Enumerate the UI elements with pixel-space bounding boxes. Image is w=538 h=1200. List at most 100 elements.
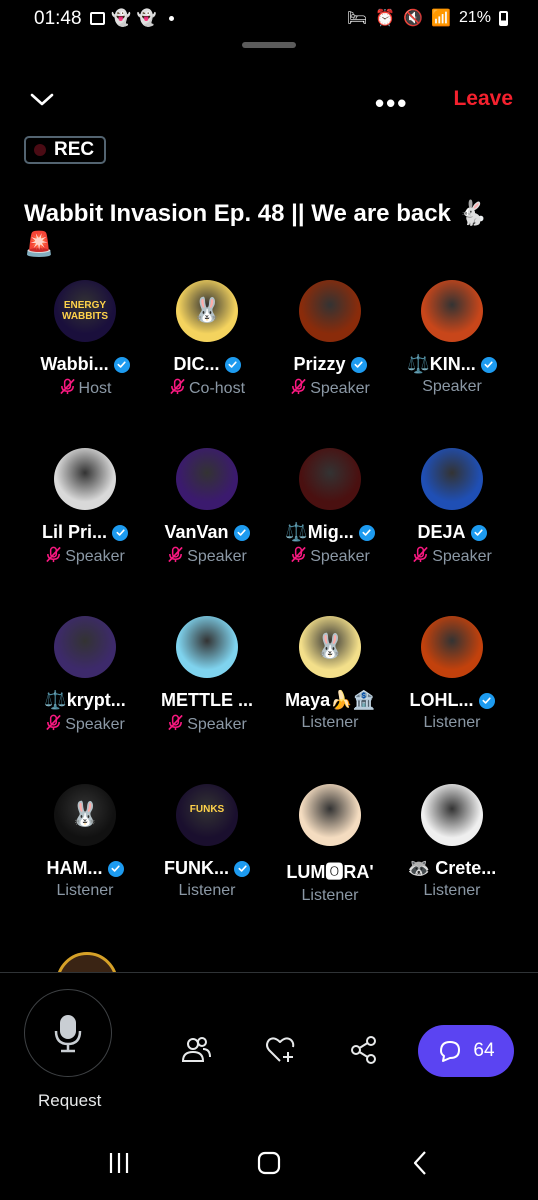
more-notifications-icon	[168, 15, 174, 21]
recording-label: REC	[54, 139, 95, 160]
participant-name: ⚖️Mig...	[285, 522, 354, 542]
participant-name-row: HAM...	[24, 858, 146, 879]
participant-role-row: Listener	[391, 714, 513, 732]
request-label: Request	[38, 1091, 102, 1110]
microphone-icon	[54, 1015, 82, 1053]
participant[interactable]: ENERGY WABBITS Wabbi... Host	[24, 280, 146, 400]
chat-icon	[440, 1041, 461, 1062]
gallery-icon	[90, 11, 105, 25]
more-icon[interactable]: •••	[375, 88, 408, 119]
avatar[interactable]: 🐰	[299, 616, 361, 678]
participant[interactable]: ⚖️KIN... Speaker	[391, 280, 513, 396]
avatar[interactable]	[299, 784, 361, 846]
participant-role-row: Speaker	[146, 714, 268, 736]
participant[interactable]: Prizzy Speaker	[269, 280, 391, 400]
participant-name-row: DEJA	[391, 522, 513, 543]
verified-badge-icon	[478, 692, 495, 709]
participant-role: Speaker	[187, 716, 247, 733]
participant-name: Wabbi...	[40, 354, 109, 374]
participant-name: METTLE ...	[161, 690, 253, 710]
leave-button[interactable]: Leave	[453, 87, 513, 111]
sheet-handle[interactable]	[242, 42, 296, 48]
avatar[interactable]	[299, 280, 361, 342]
participant-name-row: METTLE ...	[146, 690, 268, 711]
sleep-icon: 🛏	[346, 10, 368, 27]
avatar[interactable]: ENERGY WABBITS	[54, 280, 116, 342]
mic-muted-icon	[59, 378, 76, 400]
avatar[interactable]: 🐰	[54, 784, 116, 846]
participant[interactable]: ⚖️Mig... Speaker	[269, 448, 391, 568]
avatar[interactable]	[176, 616, 238, 678]
participant-name: 🦝 Crete...	[407, 858, 497, 878]
heart-plus-icon[interactable]	[265, 1035, 295, 1065]
status-time: 01:48	[34, 8, 82, 29]
participant-role-row: Speaker	[391, 378, 513, 396]
alarm-icon: ⏰	[375, 10, 396, 27]
participant-name: LUM🅾RA'	[286, 862, 374, 882]
participant-role: Listener	[301, 714, 359, 731]
avatar-text: FUNKS	[189, 804, 225, 815]
verified-badge-icon	[224, 356, 241, 373]
participant[interactable]: ⚖️krypt... Speaker	[24, 616, 146, 736]
avatar[interactable]	[54, 448, 116, 510]
participant-role: Speaker	[187, 548, 247, 565]
verified-badge-icon	[350, 356, 367, 373]
chat-button[interactable]: 64	[418, 1025, 514, 1077]
participant-name: ⚖️KIN...	[407, 354, 476, 374]
participant[interactable]: 🐰 DIC... Co-host	[146, 280, 268, 400]
participant[interactable]: 🦝 Crete... Listener	[391, 784, 513, 900]
avatar[interactable]	[54, 616, 116, 678]
participant-role: Listener	[301, 887, 359, 904]
participant-role: Listener	[423, 714, 481, 731]
participant-name-row: VanVan	[146, 522, 268, 543]
battery-icon	[499, 10, 508, 26]
participant[interactable]: LUM🅾RA' Listener	[269, 784, 391, 905]
participant[interactable]: Lil Pri... Speaker	[24, 448, 146, 568]
people-icon[interactable]	[181, 1035, 211, 1065]
avatar[interactable]	[421, 280, 483, 342]
participant-role: Speaker	[432, 548, 492, 565]
mic-muted-icon	[412, 546, 429, 568]
mic-muted-icon	[290, 378, 307, 400]
verified-badge-icon	[233, 524, 250, 541]
chevron-down-icon[interactable]	[28, 85, 56, 113]
avatar[interactable]	[299, 448, 361, 510]
mic-muted-icon	[167, 714, 184, 736]
back-icon[interactable]	[405, 1148, 435, 1178]
request-mic-button[interactable]	[24, 989, 112, 1077]
mic-muted-icon	[290, 546, 307, 568]
participant[interactable]: METTLE ... Speaker	[146, 616, 268, 736]
participant[interactable]: LOHL... Listener	[391, 616, 513, 732]
recent-apps-icon[interactable]	[104, 1148, 134, 1178]
participant-name-row: Lil Pri...	[24, 522, 146, 543]
avatar[interactable]: 🐰	[176, 280, 238, 342]
share-icon[interactable]	[349, 1035, 379, 1065]
battery-text: 21%	[458, 9, 491, 26]
chat-count: 64	[473, 1040, 495, 1061]
avatar[interactable]	[421, 616, 483, 678]
participant-name-row: ⚖️KIN...	[391, 354, 513, 375]
participant-role-row: Co-host	[146, 378, 268, 400]
recording-badge: REC	[24, 136, 107, 164]
participant[interactable]: VanVan Speaker	[146, 448, 268, 568]
participant[interactable]: FUNKS FUNK... Listener	[146, 784, 268, 900]
participant[interactable]: 🐰 HAM... Listener	[24, 784, 146, 900]
participant-role: Speaker	[310, 548, 370, 565]
system-nav-bar	[0, 1130, 538, 1200]
participant-role-row: Listener	[269, 887, 391, 905]
participant-name: Prizzy	[293, 354, 346, 374]
participant[interactable]: 🐰 Maya🍌🏦 Listener	[269, 616, 391, 732]
participant-role-row: Speaker	[24, 714, 146, 736]
avatar[interactable]: FUNKS	[176, 784, 238, 846]
participant-name: ⚖️krypt...	[44, 690, 126, 710]
avatar[interactable]	[421, 448, 483, 510]
system-icons: 🛏 ⏰ 🔇 📶 21%	[347, 8, 508, 28]
avatar[interactable]	[421, 784, 483, 846]
participant-role: Co-host	[188, 380, 246, 397]
home-icon[interactable]	[254, 1148, 284, 1178]
snapchat-icon: 👻	[111, 10, 131, 27]
space-title: Wabbit Invasion Ep. 48 || We are back 🐇🚨	[24, 200, 488, 258]
avatar[interactable]	[176, 448, 238, 510]
participant[interactable]: DEJA Speaker	[391, 448, 513, 568]
verified-badge-icon	[113, 356, 130, 373]
